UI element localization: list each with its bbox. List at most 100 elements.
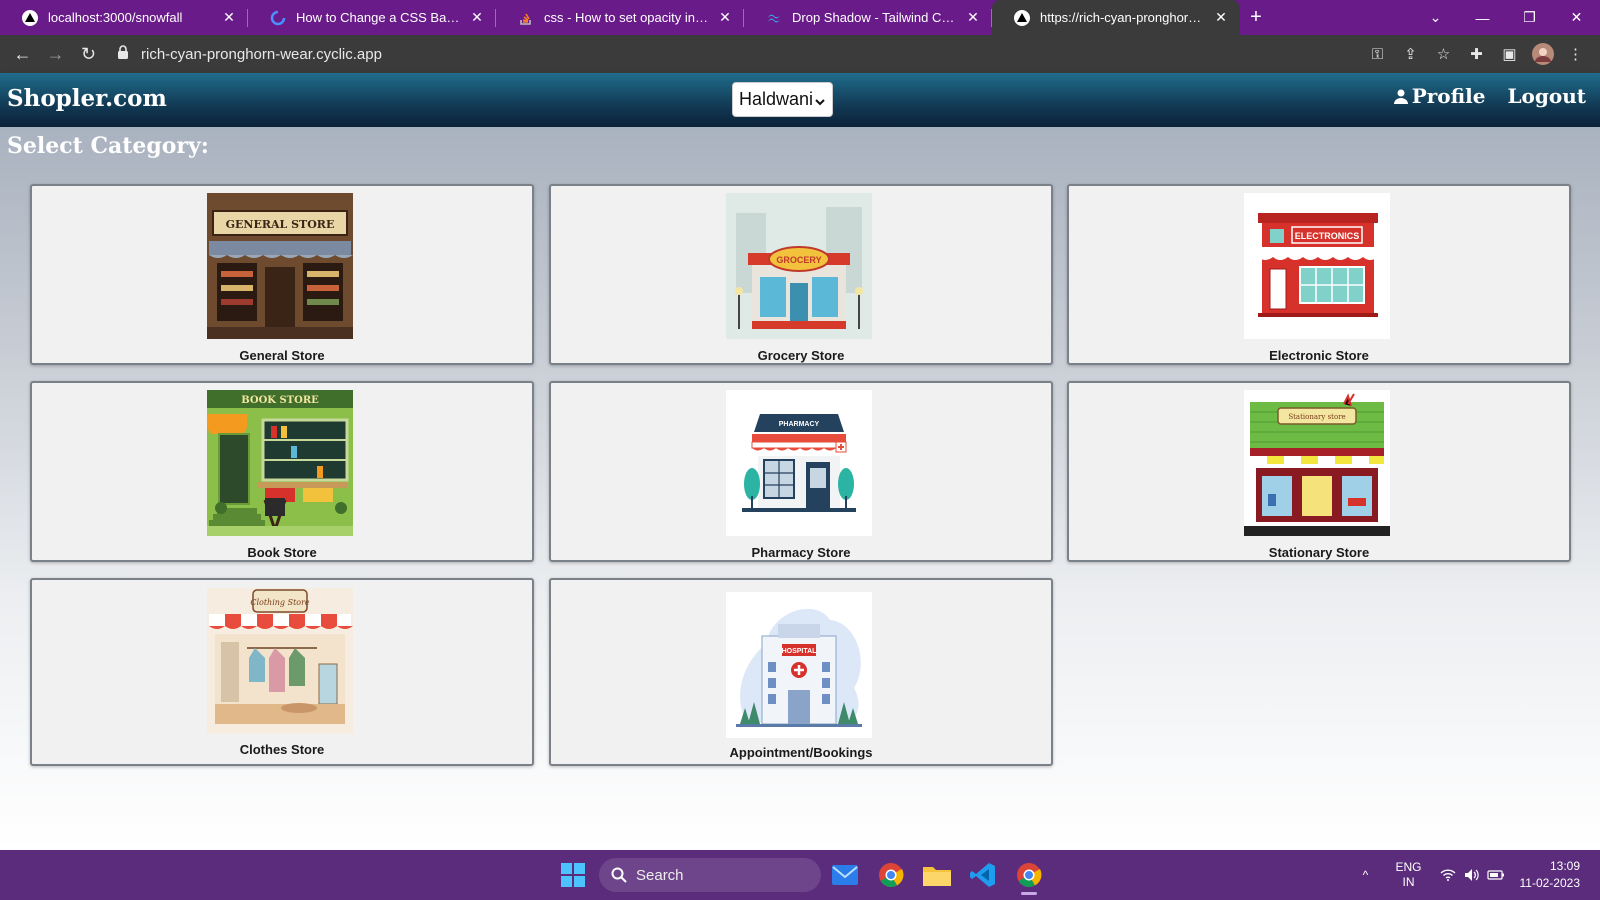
- extensions-icon[interactable]: ✚: [1460, 39, 1493, 69]
- category-card-grocery-store[interactable]: GROCERY Grocery Store: [549, 184, 1053, 365]
- svg-text:PHARMACY: PHARMACY: [779, 421, 820, 428]
- main-content: Select Category: GENERAL STORE General S…: [0, 127, 1600, 850]
- search-label: Search: [636, 866, 684, 884]
- chevron-down-icon: [814, 92, 826, 113]
- close-tab-icon[interactable]: ✕: [716, 9, 734, 26]
- browser-tab-active[interactable]: https://rich-cyan-pronghorn-wear ✕: [992, 0, 1240, 35]
- tab-title: css - How to set opacity in parent: [544, 10, 710, 25]
- restore-icon[interactable]: ❐: [1506, 0, 1553, 35]
- electronic-store-image: ELECTRONICS: [1244, 193, 1390, 339]
- city-select[interactable]: Haldwani: [732, 82, 833, 117]
- brand-logo[interactable]: Shopler.com: [7, 85, 167, 112]
- vscode-icon[interactable]: [961, 853, 1005, 897]
- battery-icon[interactable]: [1484, 869, 1508, 881]
- forward-icon[interactable]: →: [39, 39, 72, 69]
- windows-icon: [561, 863, 585, 887]
- url-text: rich-cyan-pronghorn-wear.cyclic.app: [141, 45, 382, 63]
- tab-title: localhost:3000/snowfall: [48, 10, 183, 25]
- triangle-icon: [1014, 9, 1030, 26]
- sidepanel-icon[interactable]: ▣: [1493, 39, 1526, 69]
- category-label: Pharmacy Store: [751, 545, 851, 560]
- city-select-value: Haldwani: [739, 89, 814, 109]
- spinner-icon: [270, 10, 286, 26]
- category-label: Stationary Store: [1268, 545, 1370, 560]
- browser-toolbar: ← → ↻ rich-cyan-pronghorn-wear.cyclic.ap…: [0, 35, 1600, 73]
- stationary-store-image: Stationary store: [1244, 390, 1390, 536]
- tailwind-icon: [766, 10, 782, 26]
- svg-text:GENERAL STORE: GENERAL STORE: [226, 218, 335, 231]
- search-icon: [611, 867, 627, 883]
- logout-link[interactable]: Logout: [1507, 84, 1586, 108]
- tab-title: Drop Shadow - Tailwind CSS: [792, 10, 958, 25]
- category-card-appointment-bookings[interactable]: HOSPITAL Appointment/Bookings: [549, 578, 1053, 766]
- volume-icon[interactable]: [1460, 868, 1484, 882]
- svg-text:Stationary store: Stationary store: [1288, 413, 1345, 421]
- tab-title: https://rich-cyan-pronghorn-wear: [1040, 10, 1206, 25]
- tab-title: How to Change a CSS Background: [296, 10, 462, 25]
- start-button[interactable]: [553, 855, 593, 895]
- svg-text:HOSPITAL: HOSPITAL: [782, 648, 818, 655]
- category-label: General Store: [239, 348, 325, 363]
- svg-text:BOOK STORE: BOOK STORE: [241, 395, 319, 406]
- address-bar[interactable]: rich-cyan-pronghorn-wear.cyclic.app: [113, 40, 1338, 68]
- browser-tab[interactable]: How to Change a CSS Background ✕: [248, 0, 496, 35]
- browser-tabstrip: localhost:3000/snowfall ✕ How to Change …: [0, 0, 1600, 35]
- category-label: Electronic Store: [1269, 348, 1369, 363]
- avatar[interactable]: [1526, 39, 1559, 69]
- windows-taskbar: Search ^ ENG IN 13:09 11-02-2023: [0, 850, 1600, 900]
- chevron-up-icon[interactable]: ^: [1353, 868, 1377, 882]
- wifi-icon[interactable]: [1436, 869, 1460, 881]
- file-explorer-icon[interactable]: [915, 853, 959, 897]
- page-title: Select Category:: [7, 133, 209, 159]
- svg-text:ELECTRONICS: ELECTRONICS: [1295, 231, 1360, 241]
- close-tab-icon[interactable]: ✕: [964, 9, 982, 26]
- svg-text:Clothing Store: Clothing Store: [250, 598, 310, 607]
- star-icon[interactable]: ☆: [1427, 39, 1460, 69]
- menu-kebab-icon[interactable]: ⋮: [1559, 39, 1592, 69]
- browser-tab[interactable]: localhost:3000/snowfall ✕: [0, 0, 248, 35]
- category-label: Book Store: [247, 545, 317, 560]
- category-card-clothes-store[interactable]: Clothing Store Clothes Store: [30, 578, 534, 766]
- browser-tab[interactable]: css - How to set opacity in parent ✕: [496, 0, 744, 35]
- category-card-stationary-store[interactable]: Stationary store Stationary Store: [1067, 381, 1571, 562]
- close-tab-icon[interactable]: ✕: [468, 9, 486, 26]
- language-indicator[interactable]: ENG IN: [1395, 860, 1421, 890]
- chrome-icon[interactable]: [869, 853, 913, 897]
- category-card-pharmacy-store[interactable]: PHARMACY Pharmacy Store: [549, 381, 1053, 562]
- user-icon: [1393, 89, 1408, 104]
- tab-search-icon[interactable]: ⌄: [1412, 0, 1459, 35]
- book-store-image: BOOK STORE: [207, 390, 353, 536]
- pharmacy-store-image: PHARMACY: [726, 390, 872, 536]
- system-clock[interactable]: 13:09 11-02-2023: [1520, 858, 1581, 892]
- category-label: Clothes Store: [239, 742, 325, 757]
- chrome-active-icon[interactable]: [1007, 853, 1051, 897]
- grocery-store-image: GROCERY: [726, 193, 872, 339]
- minimize-icon[interactable]: —: [1459, 0, 1506, 35]
- category-card-general-store[interactable]: GENERAL STORE General Store: [30, 184, 534, 365]
- triangle-icon: [22, 9, 38, 26]
- back-icon[interactable]: ←: [6, 39, 39, 69]
- clothes-store-image: Clothing Store: [207, 588, 353, 734]
- stackoverflow-icon: [518, 10, 534, 26]
- category-card-electronic-store[interactable]: ELECTRONICS Electronic Store: [1067, 184, 1571, 365]
- share-icon[interactable]: ⇪: [1394, 39, 1427, 69]
- close-tab-icon[interactable]: ✕: [220, 9, 238, 26]
- key-icon[interactable]: ⚿: [1361, 39, 1394, 69]
- profile-link[interactable]: Profile: [1393, 84, 1486, 108]
- svg-text:GROCERY: GROCERY: [776, 255, 821, 265]
- lock-icon[interactable]: [117, 45, 141, 63]
- hospital-image: HOSPITAL: [726, 592, 872, 738]
- category-label: Appointment/Bookings: [729, 745, 873, 760]
- category-label: Grocery Store: [757, 348, 845, 363]
- browser-tab[interactable]: Drop Shadow - Tailwind CSS ✕: [744, 0, 992, 35]
- general-store-image: GENERAL STORE: [207, 193, 353, 339]
- taskbar-search[interactable]: Search: [599, 858, 821, 892]
- mail-icon[interactable]: [823, 853, 867, 897]
- category-card-book-store[interactable]: BOOK STORE Book Store: [30, 381, 534, 562]
- close-tab-icon[interactable]: ✕: [1212, 9, 1230, 26]
- site-navbar: Shopler.com Haldwani Profile Logout: [0, 73, 1600, 127]
- close-window-icon[interactable]: ✕: [1553, 0, 1600, 35]
- reload-icon[interactable]: ↻: [72, 39, 105, 69]
- new-tab-button[interactable]: +: [1240, 0, 1272, 35]
- profile-label: Profile: [1411, 84, 1486, 108]
